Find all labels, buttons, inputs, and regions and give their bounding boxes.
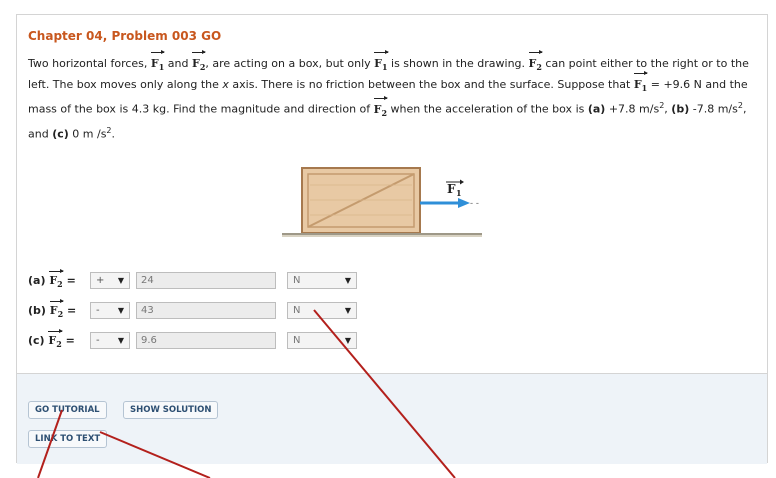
button-bar: GO TUTORIAL SHOW SOLUTION LINK TO TEXT [17,373,767,464]
vector-f2: F2 [528,49,544,76]
force-label: F [447,182,456,196]
sign-select-c[interactable]: - ▼ [90,332,130,349]
unit-select-a[interactable]: N ▼ [287,272,357,289]
problem-panel: Chapter 04, Problem 003 GO Two horizonta… [16,14,768,464]
vector-f1: F1 [150,49,166,76]
problem-title: Chapter 04, Problem 003 GO [28,29,222,43]
problem-statement: Two horizontal forces, F1 and F2, are ac… [28,49,749,141]
magnitude-input-b[interactable]: 43 [136,302,276,319]
unit-select-b[interactable]: N ▼ [287,302,357,319]
vector-f1: F1 [374,49,389,76]
unit-select-c[interactable]: N ▼ [287,332,357,349]
chevron-down-icon: ▼ [117,336,124,345]
chevron-down-icon: ▼ [117,276,124,285]
sign-select-a[interactable]: + ▼ [90,272,130,289]
answer-label-a: (a) F2 = [28,268,76,290]
magnitude-input-c[interactable]: 9.6 [136,332,276,349]
magnitude-input-a[interactable]: 24 [136,272,276,289]
chevron-down-icon: ▼ [344,306,351,315]
answer-label-c: (c) F2 = [28,328,75,350]
show-solution-button[interactable]: SHOW SOLUTION [123,401,219,419]
chevron-down-icon: ▼ [117,306,124,315]
vector-f2: F2 [192,49,207,76]
svg-text:1: 1 [456,188,462,198]
x-axis-label: - - +x [470,199,482,209]
vector-f2: F2 [373,95,389,122]
chevron-down-icon: ▼ [344,336,351,345]
answer-label-b: (b) F2 = [28,298,77,320]
go-tutorial-button[interactable]: GO TUTORIAL [28,401,107,419]
vector-f1: F1 [633,71,649,97]
box-force-figure: F 1 - - +x [282,165,494,245]
chevron-down-icon: ▼ [344,276,351,285]
link-to-text-button[interactable]: LINK TO TEXT [28,430,108,448]
sign-select-b[interactable]: - ▼ [90,302,130,319]
